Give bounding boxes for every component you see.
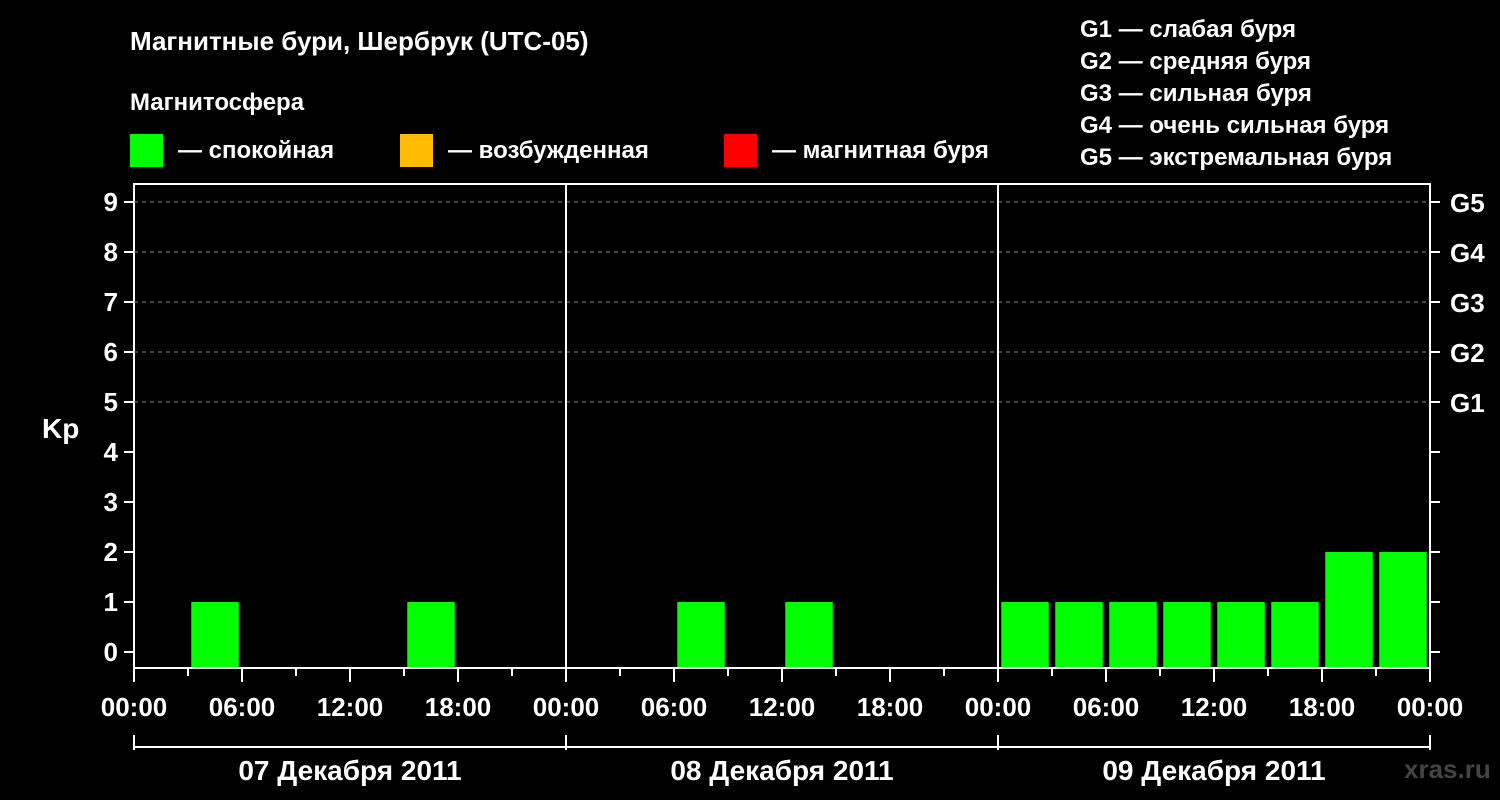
y-tick-label: 5	[104, 387, 118, 417]
kp-bar	[1163, 602, 1211, 667]
kp-bar	[1379, 552, 1427, 667]
y-tick-label: 9	[104, 187, 118, 217]
legend-heading: Магнитосфера	[130, 89, 305, 116]
x-tick-label: 06:00	[641, 692, 708, 722]
kp-bar	[1217, 602, 1265, 667]
x-tick-label: 00:00	[533, 692, 600, 722]
g-level-label: G2	[1450, 338, 1485, 368]
x-tick-label: 06:00	[209, 692, 276, 722]
x-tick-label: 06:00	[1073, 692, 1140, 722]
x-tick-label: 00:00	[101, 692, 168, 722]
y-tick-label: 3	[104, 487, 118, 517]
legend-swatch-storm	[724, 134, 757, 167]
y-tick-label: 6	[104, 337, 118, 367]
day-label: 07 Декабря 2011	[238, 755, 461, 786]
g-scale-g3: G3 — сильная буря	[1080, 80, 1312, 107]
day-label: 08 Декабря 2011	[670, 755, 893, 786]
legend-swatch-quiet	[130, 134, 163, 167]
y-tick-label: 2	[104, 537, 118, 567]
kp-bar	[1109, 602, 1157, 667]
g-level-label: G5	[1450, 188, 1485, 218]
x-tick-label: 18:00	[1289, 692, 1356, 722]
kp-chart: Магнитные бури, Шербрук (UTC-05) Магнито…	[42, 16, 1491, 786]
g-scale-g4: G4 — очень сильная буря	[1080, 112, 1389, 139]
y-tick-label: 7	[104, 287, 118, 317]
x-tick-label: 12:00	[749, 692, 816, 722]
watermark: xras.ru	[1404, 754, 1491, 784]
g-level-label: G1	[1450, 388, 1485, 418]
y-tick-label: 1	[104, 587, 118, 617]
x-tick-label: 12:00	[317, 692, 384, 722]
kp-bar	[191, 602, 239, 667]
plot-frame	[133, 183, 1431, 669]
y-tick-label: 0	[104, 637, 118, 667]
g-scale-g1: G1 — слабая буря	[1080, 16, 1296, 43]
kp-bar	[1055, 602, 1103, 667]
legend-label-active: — возбужденная	[448, 137, 649, 164]
y-tick-label: 4	[104, 437, 119, 467]
y-axis-label: Kp	[42, 413, 79, 444]
kp-bar	[1271, 602, 1319, 667]
g-scale-g5: G5 — экстремальная буря	[1080, 144, 1392, 171]
x-tick-label: 18:00	[425, 692, 492, 722]
legend-label-storm: — магнитная буря	[772, 137, 989, 164]
kp-bar	[1001, 602, 1049, 667]
g-level-label: G4	[1450, 238, 1485, 268]
day-label: 09 Декабря 2011	[1102, 755, 1325, 786]
x-tick-label: 00:00	[1397, 692, 1464, 722]
legend-label-quiet: — спокойная	[178, 137, 334, 164]
g-scale-g2: G2 — средняя буря	[1080, 48, 1311, 75]
y-tick-label: 8	[104, 237, 118, 267]
kp-bar	[785, 602, 833, 667]
kp-bar	[407, 602, 455, 667]
kp-bar	[1325, 552, 1373, 667]
kp-bar	[677, 602, 725, 667]
chart-title: Магнитные бури, Шербрук (UTC-05)	[130, 26, 589, 56]
legend-swatch-active	[400, 134, 433, 167]
x-tick-label: 12:00	[1181, 692, 1248, 722]
g-level-label: G3	[1450, 288, 1485, 318]
x-tick-label: 00:00	[965, 692, 1032, 722]
x-tick-label: 18:00	[857, 692, 924, 722]
